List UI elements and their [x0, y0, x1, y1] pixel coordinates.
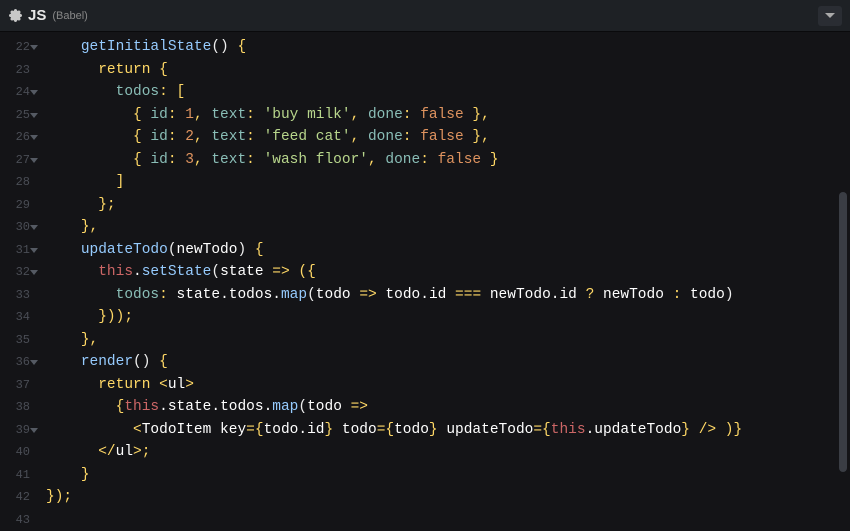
code-line[interactable]: return <ul> — [46, 374, 850, 397]
line-number: 30 — [0, 216, 36, 239]
line-number: 29 — [0, 194, 36, 217]
code-line[interactable]: })); — [46, 306, 850, 329]
line-number: 25 — [0, 104, 36, 127]
line-number: 39 — [0, 419, 36, 442]
code-line[interactable]: todos: state.todos.map(todo => todo.id =… — [46, 284, 850, 307]
code-line[interactable]: }); — [46, 486, 850, 509]
code-line[interactable]: return { — [46, 59, 850, 82]
code-line[interactable]: }; — [46, 194, 850, 217]
code-line[interactable]: </ul>; — [46, 441, 850, 464]
code-line[interactable]: <TodoItem key={todo.id} todo={todo} upda… — [46, 419, 850, 442]
code-line[interactable]: updateTodo(newTodo) { — [46, 239, 850, 262]
code-line[interactable]: } — [46, 464, 850, 487]
line-number: 41 — [0, 464, 36, 487]
code-line[interactable]: this.setState(state => ({ — [46, 261, 850, 284]
line-number: 24 — [0, 81, 36, 104]
line-number: 34 — [0, 306, 36, 329]
language-label: JS — [28, 7, 46, 24]
line-number: 32 — [0, 261, 36, 284]
editor-header: JS (Babel) — [0, 0, 850, 32]
line-number: 42 — [0, 486, 36, 509]
header-left: JS (Babel) — [8, 7, 88, 24]
line-number: 22 — [0, 36, 36, 59]
editor-body: 2223242526272829303132333435363738394041… — [0, 32, 850, 527]
preprocessor-label: (Babel) — [52, 10, 87, 22]
chevron-down-icon[interactable] — [818, 6, 842, 26]
code-area[interactable]: getInitialState() { return { todos: [ { … — [36, 32, 850, 527]
code-line[interactable]: getInitialState() { — [46, 36, 850, 59]
code-line[interactable]: { id: 3, text: 'wash floor', done: false… — [46, 149, 850, 172]
code-line[interactable] — [46, 509, 850, 528]
line-number: 23 — [0, 59, 36, 82]
gear-icon[interactable] — [8, 9, 22, 23]
scrollbar-thumb[interactable] — [839, 192, 847, 472]
line-number: 33 — [0, 284, 36, 307]
line-number: 43 — [0, 509, 36, 531]
line-number: 40 — [0, 441, 36, 464]
line-number: 27 — [0, 149, 36, 172]
code-line[interactable]: }, — [46, 216, 850, 239]
line-number: 38 — [0, 396, 36, 419]
code-line[interactable]: todos: [ — [46, 81, 850, 104]
line-number: 35 — [0, 329, 36, 352]
code-line[interactable]: {this.state.todos.map(todo => — [46, 396, 850, 419]
line-number-gutter: 2223242526272829303132333435363738394041… — [0, 32, 36, 527]
line-number: 36 — [0, 351, 36, 374]
line-number: 28 — [0, 171, 36, 194]
code-line[interactable]: { id: 2, text: 'feed cat', done: false }… — [46, 126, 850, 149]
code-line[interactable]: render() { — [46, 351, 850, 374]
code-line[interactable]: ] — [46, 171, 850, 194]
line-number: 31 — [0, 239, 36, 262]
line-number: 26 — [0, 126, 36, 149]
code-line[interactable]: { id: 1, text: 'buy milk', done: false }… — [46, 104, 850, 127]
line-number: 37 — [0, 374, 36, 397]
code-line[interactable]: }, — [46, 329, 850, 352]
